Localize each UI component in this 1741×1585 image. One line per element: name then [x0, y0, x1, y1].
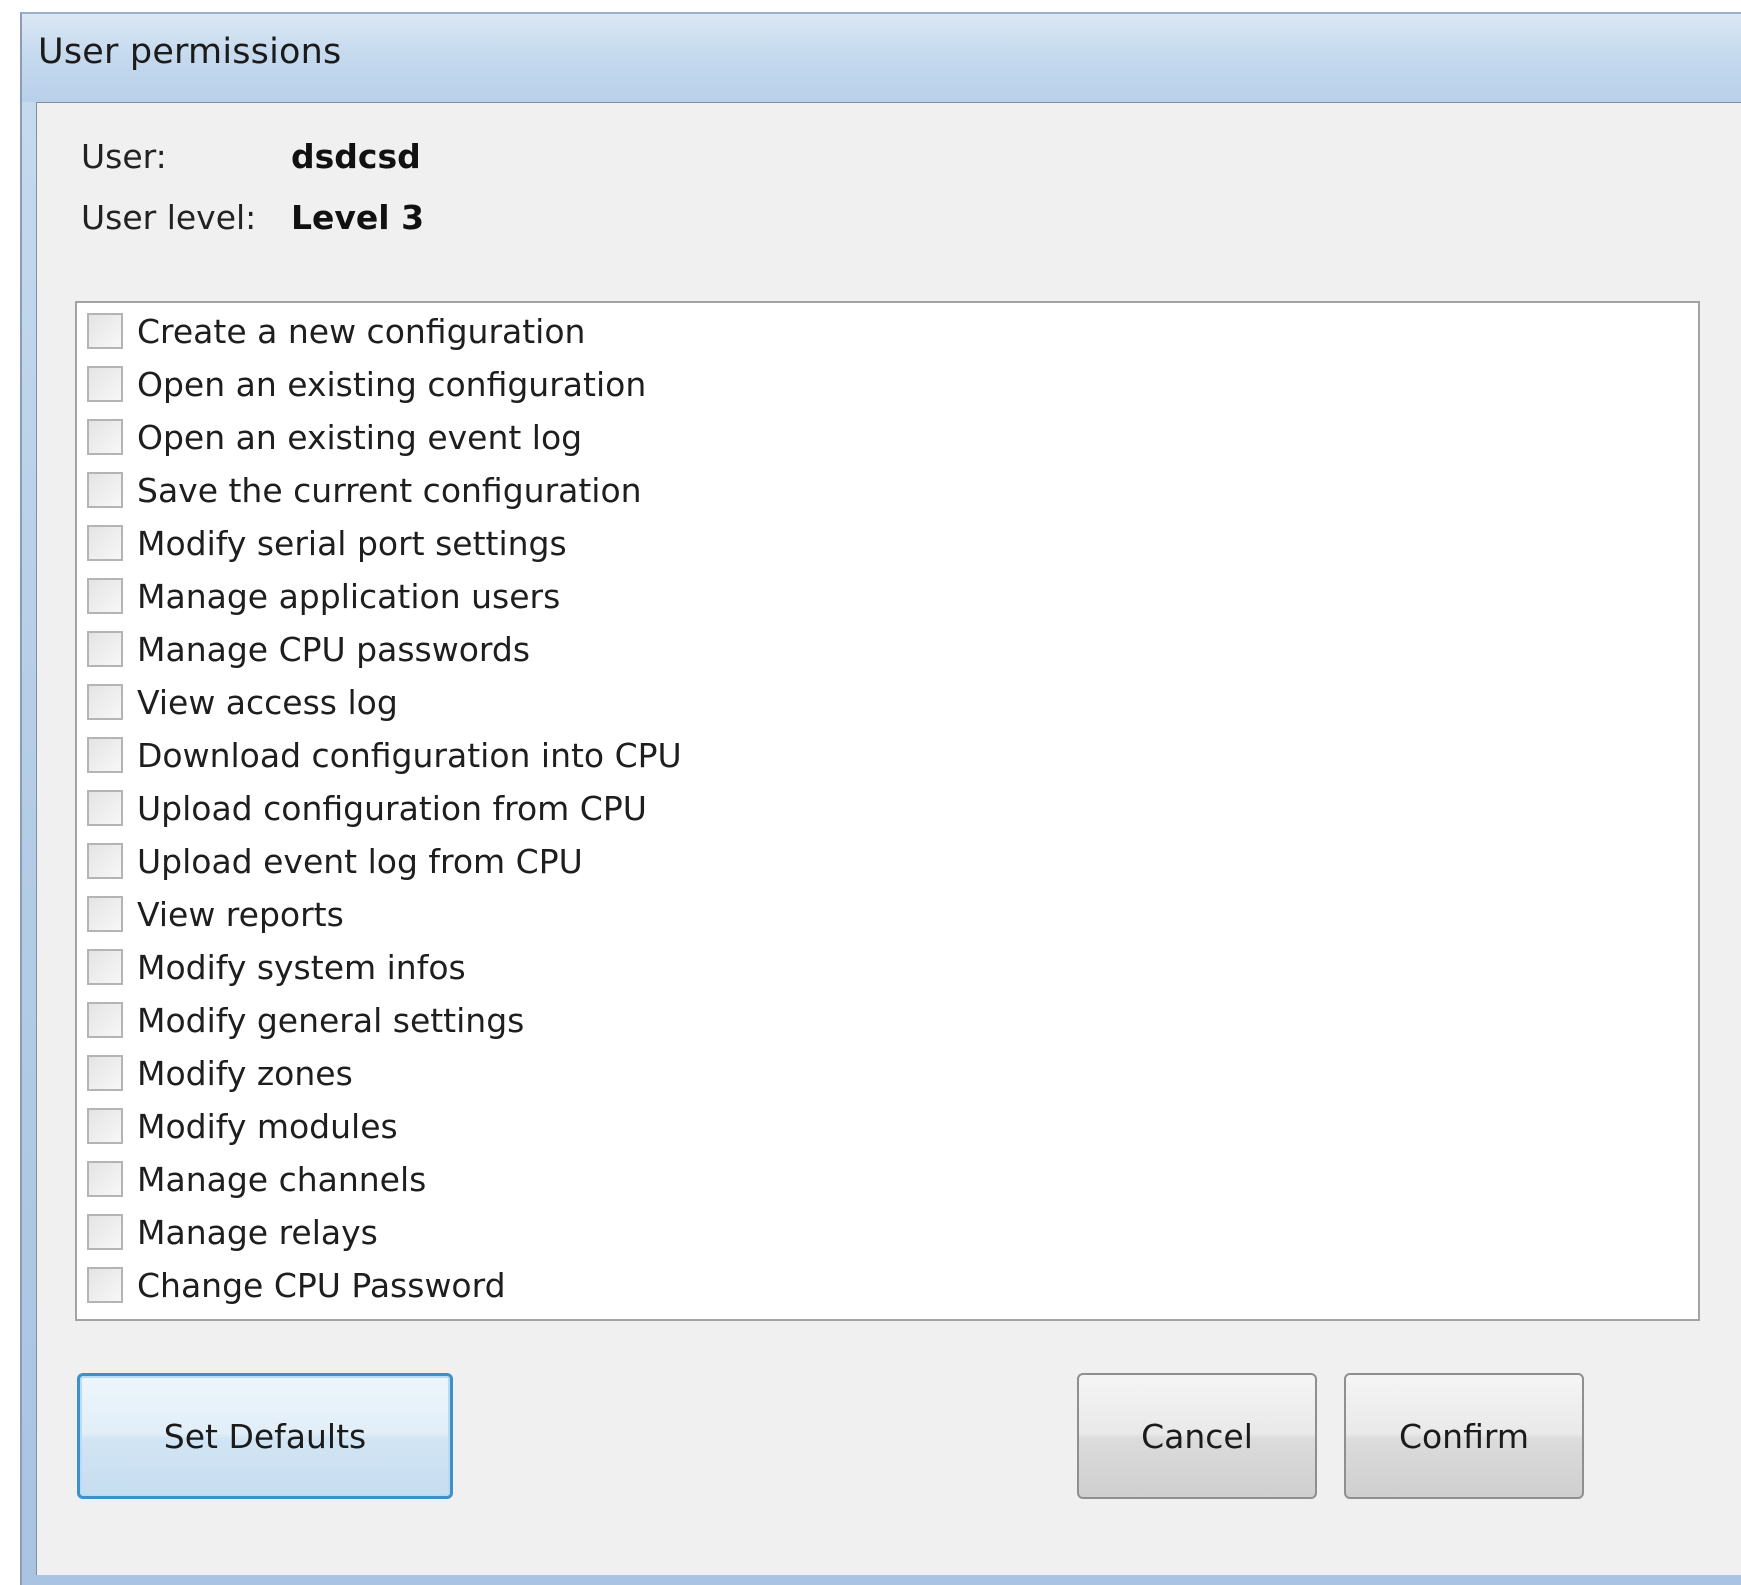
permission-checkbox[interactable] [87, 1002, 123, 1038]
permission-label: Modify modules [137, 1106, 398, 1146]
permission-item[interactable]: Change CPU Password [87, 1260, 506, 1310]
permission-label: Modify zones [137, 1053, 353, 1093]
permission-item[interactable]: Modify serial port settings [87, 518, 567, 568]
permission-label: Open an existing event log [137, 417, 583, 457]
permission-item[interactable]: View access log [87, 677, 398, 727]
dialog-body: User: dsdcsd User level: Level 3 Create a … [36, 102, 1741, 1575]
permission-item[interactable]: Open an existing event log [87, 412, 582, 462]
user-level-row: User level: Level 3 [81, 198, 424, 237]
permission-checkbox[interactable] [87, 525, 123, 561]
permission-item[interactable]: Modify system infos [87, 942, 466, 992]
permission-checkbox[interactable] [87, 472, 123, 508]
permission-item[interactable]: Open an existing configuration [87, 359, 646, 409]
permission-label: Upload configuration from CPU [137, 788, 647, 828]
permission-item[interactable]: Upload configuration from CPU [87, 783, 647, 833]
permission-label: Manage CPU passwords [137, 629, 531, 669]
permissions-list: Create a new configuration Open an existi… [75, 301, 1700, 1321]
permission-checkbox[interactable] [87, 419, 123, 455]
permission-checkbox[interactable] [87, 366, 123, 402]
permission-label: Manage relays [137, 1212, 378, 1252]
permission-label: Modify system infos [137, 947, 466, 987]
permission-checkbox[interactable] [87, 1267, 123, 1303]
user-level-label: User level: [81, 198, 257, 237]
permission-checkbox[interactable] [87, 790, 123, 826]
permission-label: Download configuration into CPU [137, 735, 682, 775]
permission-label: Change CPU Password [137, 1265, 506, 1305]
user-value: dsdcsd [291, 137, 421, 176]
permission-label: Upload event log from CPU [137, 841, 583, 881]
user-level-value: Level 3 [291, 198, 425, 237]
permission-item[interactable]: View reports [87, 889, 344, 939]
confirm-button[interactable]: Confirm [1344, 1373, 1584, 1499]
permission-checkbox[interactable] [87, 1055, 123, 1091]
permission-checkbox[interactable] [87, 631, 123, 667]
cancel-button[interactable]: Cancel [1077, 1373, 1317, 1499]
permission-checkbox[interactable] [87, 684, 123, 720]
permission-label: View reports [137, 894, 344, 934]
permission-checkbox[interactable] [87, 1214, 123, 1250]
window-title: User permissions [38, 32, 342, 72]
user-label: User: [81, 137, 167, 176]
permission-item[interactable]: Download configuration into CPU [87, 730, 682, 780]
permission-checkbox[interactable] [87, 949, 123, 985]
permission-item[interactable]: Modify modules [87, 1101, 398, 1151]
permission-item[interactable]: Manage relays [87, 1207, 378, 1257]
title-bar[interactable]: User permissions [22, 14, 1741, 102]
permission-item[interactable]: Manage channels [87, 1154, 426, 1204]
permission-checkbox[interactable] [87, 1161, 123, 1197]
permission-item[interactable]: Modify zones [87, 1048, 353, 1098]
permission-checkbox[interactable] [87, 1108, 123, 1144]
permission-label: Modify general settings [137, 1000, 525, 1040]
permission-label: Modify serial port settings [137, 523, 567, 563]
permission-checkbox[interactable] [87, 737, 123, 773]
permission-item[interactable]: Manage application users [87, 571, 560, 621]
permission-item[interactable]: Save the current configuration [87, 465, 642, 515]
permission-item[interactable]: Manage CPU passwords [87, 624, 530, 674]
permission-label: Save the current configuration [137, 470, 642, 510]
permission-label: Open an existing configuration [137, 364, 647, 404]
permission-checkbox[interactable] [87, 843, 123, 879]
permission-checkbox[interactable] [87, 896, 123, 932]
permission-label: Create a new configuration [137, 311, 586, 351]
permission-item[interactable]: Upload event log from CPU [87, 836, 583, 886]
user-permissions-dialog: User permissions User: dsdcsd User level:… [20, 12, 1741, 1585]
set-defaults-button[interactable]: Set Defaults [77, 1373, 453, 1499]
permission-checkbox[interactable] [87, 313, 123, 349]
permission-item[interactable]: Modify general settings [87, 995, 524, 1045]
permission-label: Manage application users [137, 576, 561, 616]
user-row: User: dsdcsd [81, 137, 421, 176]
permission-item[interactable]: Create a new configuration [87, 306, 585, 356]
permission-label: View access log [137, 682, 398, 722]
permission-label: Manage channels [137, 1159, 427, 1199]
permission-checkbox[interactable] [87, 578, 123, 614]
